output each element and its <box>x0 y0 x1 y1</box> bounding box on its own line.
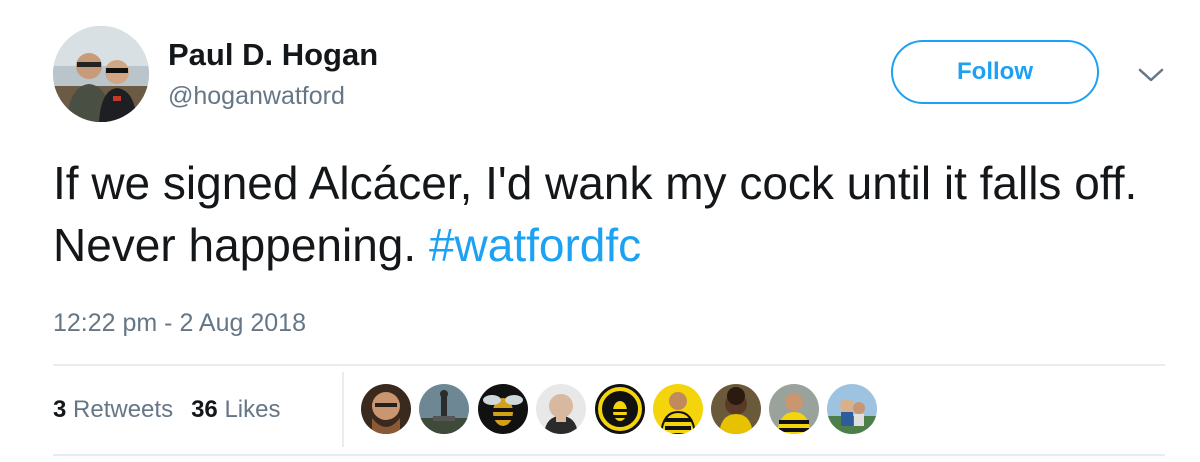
liker-avatar-9[interactable] <box>827 384 877 434</box>
likes-label: Likes <box>224 396 281 423</box>
follow-button[interactable]: Follow <box>891 40 1099 104</box>
tweet-text: If we signed Alcácer, I'd wank my cock u… <box>53 152 1163 276</box>
liker-avatar-3[interactable] <box>478 384 528 434</box>
divider <box>53 364 1165 366</box>
hashtag-link[interactable]: #watfordfc <box>429 219 641 271</box>
liker-avatar-6[interactable] <box>653 384 703 434</box>
retweets-count: 3 <box>53 396 67 423</box>
retweets-label: Retweets <box>73 396 174 423</box>
likes-count: 36 <box>191 396 218 423</box>
user-handle[interactable]: @hoganwatford <box>168 80 345 112</box>
liker-avatar-5[interactable] <box>595 384 645 434</box>
tweet-timestamp[interactable]: 12:22 pm - 2 Aug 2018 <box>53 305 306 341</box>
liker-avatar-8[interactable] <box>769 384 819 434</box>
liker-avatar-4[interactable] <box>536 384 586 434</box>
profile-photo-icon <box>53 26 149 122</box>
liker-avatar-1[interactable] <box>361 384 411 434</box>
retweets-stat[interactable]: 3 Retweets <box>53 396 173 423</box>
avatar[interactable] <box>53 26 149 122</box>
liker-avatar-2[interactable] <box>419 384 469 434</box>
display-name[interactable]: Paul D. Hogan <box>168 36 378 74</box>
engagement-stats: 3 Retweets 36 Likes <box>53 392 280 428</box>
stats-separator <box>342 372 344 447</box>
likes-stat[interactable]: 36 Likes <box>191 396 280 423</box>
chevron-down-icon[interactable] <box>1136 64 1166 86</box>
divider <box>53 454 1165 456</box>
liker-avatar-7[interactable] <box>711 384 761 434</box>
